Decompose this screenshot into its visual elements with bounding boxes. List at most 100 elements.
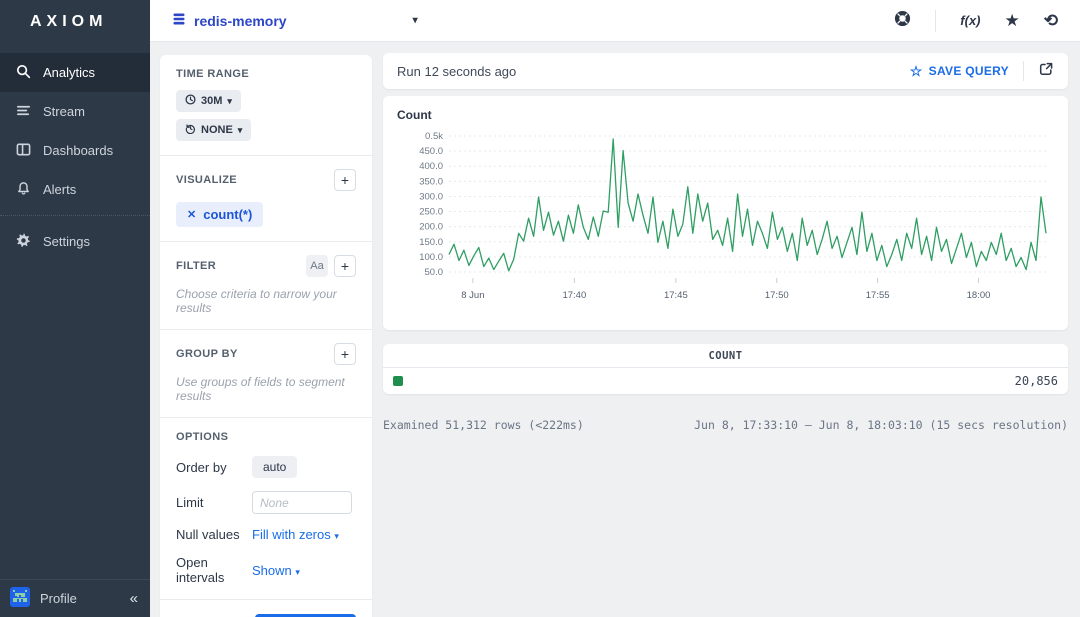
svg-text:250.0: 250.0 [419, 207, 443, 218]
limit-input[interactable] [252, 491, 352, 514]
collapse-sidebar-icon[interactable]: « [130, 590, 138, 607]
dataset-selector[interactable]: redis-memory ▾ [172, 12, 418, 29]
sidebar-nav: Analytics Stream Dashboards Alerts Setti… [0, 53, 150, 261]
svg-text:200.0: 200.0 [419, 222, 443, 233]
profile-bar[interactable]: Profile « [0, 579, 150, 617]
order-by-label: Order by [176, 460, 252, 475]
query-builder-panel: TIME RANGE 30M ▾ NONE ▾ VISUALIZE + ✕ co… [160, 55, 372, 617]
run-status-bar: Run 12 seconds ago ☆ SAVE QUERY [383, 53, 1068, 89]
timeseries-chart[interactable]: 0.5k450.0400.0350.0300.0250.0200.0150.01… [397, 122, 1054, 322]
case-sensitivity-button[interactable]: Aa [306, 255, 328, 277]
svg-text:0.5k: 0.5k [425, 131, 443, 142]
gear-icon [16, 233, 31, 251]
stream-icon [16, 103, 31, 121]
visualization-chip-count[interactable]: ✕ count(*) [176, 202, 263, 227]
starred-queries-icon[interactable]: ★ [1005, 11, 1020, 31]
database-icon [172, 12, 186, 29]
share-icon[interactable] [1038, 61, 1054, 82]
sidebar-item-settings[interactable]: Settings [0, 222, 150, 261]
search-icon [16, 64, 31, 82]
svg-text:450.0: 450.0 [419, 146, 443, 157]
svg-text:17:50: 17:50 [765, 290, 789, 301]
group-by-label: GROUP BY [176, 348, 238, 360]
save-query-button[interactable]: ☆ SAVE QUERY [910, 63, 1009, 80]
functions-icon[interactable]: f(x) [960, 13, 980, 28]
avatar [10, 587, 30, 610]
axiom-logo: AXIOM [0, 0, 150, 31]
star-outline-icon: ☆ [910, 63, 923, 80]
save-query-label: SAVE QUERY [929, 64, 1009, 78]
count-value: 20,856 [1015, 374, 1058, 388]
filter-section: FILTER Aa + Choose criteria to narrow yo… [160, 241, 372, 329]
chevron-down-icon: ▾ [238, 125, 243, 136]
svg-text:17:40: 17:40 [562, 290, 586, 301]
time-range-compare-button[interactable]: NONE ▾ [176, 119, 251, 141]
divider [1023, 61, 1024, 81]
sidebar-item-dashboards[interactable]: Dashboards [0, 131, 150, 170]
svg-text:400.0: 400.0 [419, 161, 443, 172]
topbar: redis-memory ▾ f(x) ★ ⟲ [150, 0, 1080, 42]
add-group-by-button[interactable]: + [334, 343, 356, 365]
results-table: COUNT 20,856 [383, 344, 1068, 394]
history-icon[interactable]: ⟲ [1044, 11, 1058, 31]
time-range-label: TIME RANGE [176, 68, 356, 80]
remove-visualization-icon[interactable]: ✕ [187, 208, 196, 221]
series-swatch [393, 376, 403, 386]
chevron-down-icon: ▾ [295, 567, 300, 577]
svg-text:18:00: 18:00 [967, 290, 991, 301]
sidebar-item-analytics[interactable]: Analytics [0, 53, 150, 92]
dashboards-icon [16, 142, 31, 160]
time-range-section: TIME RANGE 30M ▾ NONE ▾ [160, 55, 372, 155]
table-row[interactable]: 20,856 [383, 368, 1068, 393]
topbar-actions: f(x) ★ ⟲ [894, 10, 1058, 32]
clock-icon [185, 94, 196, 108]
svg-text:100.0: 100.0 [419, 252, 443, 263]
add-visualization-button[interactable]: + [334, 169, 356, 191]
bell-icon [16, 181, 31, 199]
sidebar-item-label: Analytics [43, 65, 95, 80]
chevron-down-icon: ▾ [334, 531, 339, 541]
sidebar-item-alerts[interactable]: Alerts [0, 170, 150, 209]
time-range-duration-button[interactable]: 30M ▾ [176, 90, 241, 112]
query-panel-footer: CLEAR RUN QUERY [160, 599, 372, 617]
sidebar-item-stream[interactable]: Stream [0, 92, 150, 131]
visualization-chip-label: count(*) [203, 207, 252, 222]
group-by-section: GROUP BY + Use groups of fields to segme… [160, 329, 372, 417]
chart-panel: Count 0.5k 450.0 400.0 350.0 300.0 250.0 200.0… [383, 96, 1068, 330]
limit-label: Limit [176, 495, 252, 510]
sidebar-item-label: Stream [43, 104, 85, 119]
history-icon [185, 123, 196, 137]
topbar-divider [935, 10, 936, 32]
options-section: OPTIONS Order by auto Limit Null values … [160, 417, 372, 599]
order-by-value-button[interactable]: auto [252, 456, 297, 478]
svg-text:300.0: 300.0 [419, 191, 443, 202]
add-filter-button[interactable]: + [334, 255, 356, 277]
sidebar: AXIOM Analytics Stream Dashboards Alerts… [0, 0, 150, 617]
svg-text:17:55: 17:55 [866, 290, 890, 301]
time-range-compare-value: NONE [201, 124, 233, 136]
filter-label: FILTER [176, 260, 216, 272]
null-values-label: Null values [176, 527, 252, 542]
svg-text:50.0: 50.0 [425, 267, 444, 278]
time-range-duration-value: 30M [201, 95, 222, 107]
table-header-count: COUNT [383, 344, 1068, 368]
time-span-text: Jun 8, 17:33:10 — Jun 8, 18:03:10 (15 se… [694, 418, 1068, 432]
filter-hint: Choose criteria to narrow your results [176, 287, 356, 315]
sidebar-item-label: Settings [43, 234, 90, 249]
options-label: OPTIONS [176, 431, 356, 443]
svg-text:17:45: 17:45 [664, 290, 688, 301]
null-values-dropdown[interactable]: Fill with zeros ▾ [252, 527, 339, 542]
open-intervals-label: Open intervals [176, 555, 252, 585]
group-by-hint: Use groups of fields to segment results [176, 375, 356, 403]
chart-title: Count [397, 108, 1054, 122]
chevron-down-icon: ▾ [413, 15, 418, 26]
open-intervals-dropdown[interactable]: Shown ▾ [252, 563, 300, 578]
sidebar-item-label: Alerts [43, 182, 76, 197]
profile-label: Profile [40, 591, 77, 606]
sidebar-divider [0, 215, 150, 216]
help-lifebuoy-icon[interactable] [894, 10, 911, 32]
visualize-section: VISUALIZE + ✕ count(*) [160, 155, 372, 241]
chevron-down-icon: ▾ [227, 96, 232, 107]
sidebar-item-label: Dashboards [43, 143, 113, 158]
svg-text:350.0: 350.0 [419, 176, 443, 187]
